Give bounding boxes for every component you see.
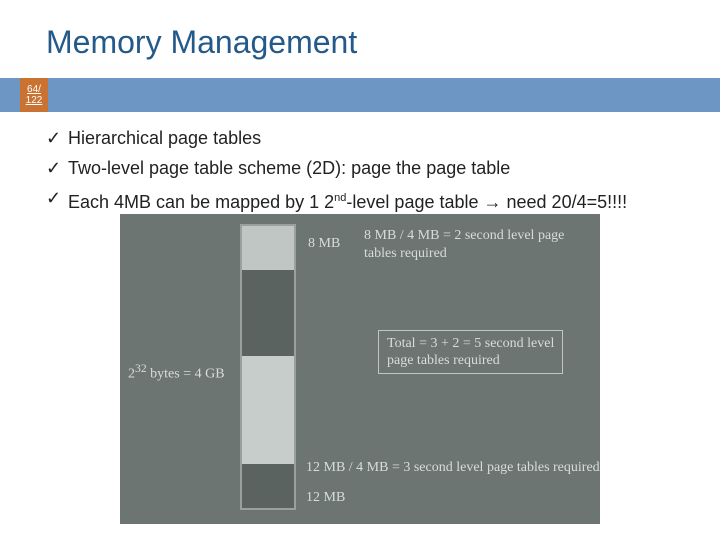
top-equation-l2: tables required [364, 246, 447, 262]
memory-column [240, 224, 296, 510]
slide-title: Memory Management [46, 24, 357, 61]
memory-seg-bot [242, 464, 294, 508]
memory-seg-gap1 [242, 270, 294, 356]
bottom-equation: 12 MB / 4 MB = 3 second level page table… [306, 460, 600, 476]
bullet-superscript: nd [334, 192, 346, 204]
bullet-text: Hierarchical page tables [68, 124, 261, 152]
slide-number-total: 122 [26, 95, 43, 106]
label-superscript: 32 [135, 362, 147, 375]
bullet-list: ✓ Hierarchical page tables ✓ Two-level p… [46, 124, 710, 218]
left-size-label: 232 bytes = 4 GB [128, 362, 225, 383]
bullet-text-part: -level page table [346, 192, 483, 212]
label-part: 2 [128, 367, 135, 382]
bullet-text: Two-level page table scheme (2D): page t… [68, 154, 510, 182]
diagram-image: 232 bytes = 4 GB 8 MB 8 MB / 4 MB = 2 se… [120, 214, 600, 524]
bullet-text-part: need 20/4=5!!!! [502, 192, 628, 212]
top-size-label: 8 MB [308, 236, 340, 252]
slide-number-badge: 64/ 122 [20, 78, 48, 112]
slide-number-current: 64/ [27, 84, 41, 95]
bottom-size-label: 12 MB [306, 490, 345, 506]
slide: Memory Management 64/ 122 ✓ Hierarchical… [0, 0, 720, 540]
header-bar [0, 78, 720, 112]
bullet-item: ✓ Each 4MB can be mapped by 1 2nd-level … [46, 184, 710, 216]
bullet-text: Each 4MB can be mapped by 1 2nd-level pa… [68, 184, 627, 216]
checkmark-icon: ✓ [46, 154, 68, 182]
total-box-l2: page tables required [387, 352, 554, 369]
memory-seg-top [242, 226, 294, 270]
bullet-text-part: Each 4MB can be mapped by 1 2 [68, 192, 334, 212]
bullet-item: ✓ Two-level page table scheme (2D): page… [46, 154, 710, 182]
total-box: Total = 3 + 2 = 5 second level page tabl… [378, 330, 563, 374]
total-box-l1: Total = 3 + 2 = 5 second level [387, 335, 554, 352]
checkmark-icon: ✓ [46, 184, 68, 212]
label-part: bytes = 4 GB [147, 367, 225, 382]
arrow-icon: → [484, 192, 502, 212]
memory-seg-mid [242, 356, 294, 464]
top-equation-l1: 8 MB / 4 MB = 2 second level page [364, 228, 564, 244]
bullet-item: ✓ Hierarchical page tables [46, 124, 710, 152]
checkmark-icon: ✓ [46, 124, 68, 152]
